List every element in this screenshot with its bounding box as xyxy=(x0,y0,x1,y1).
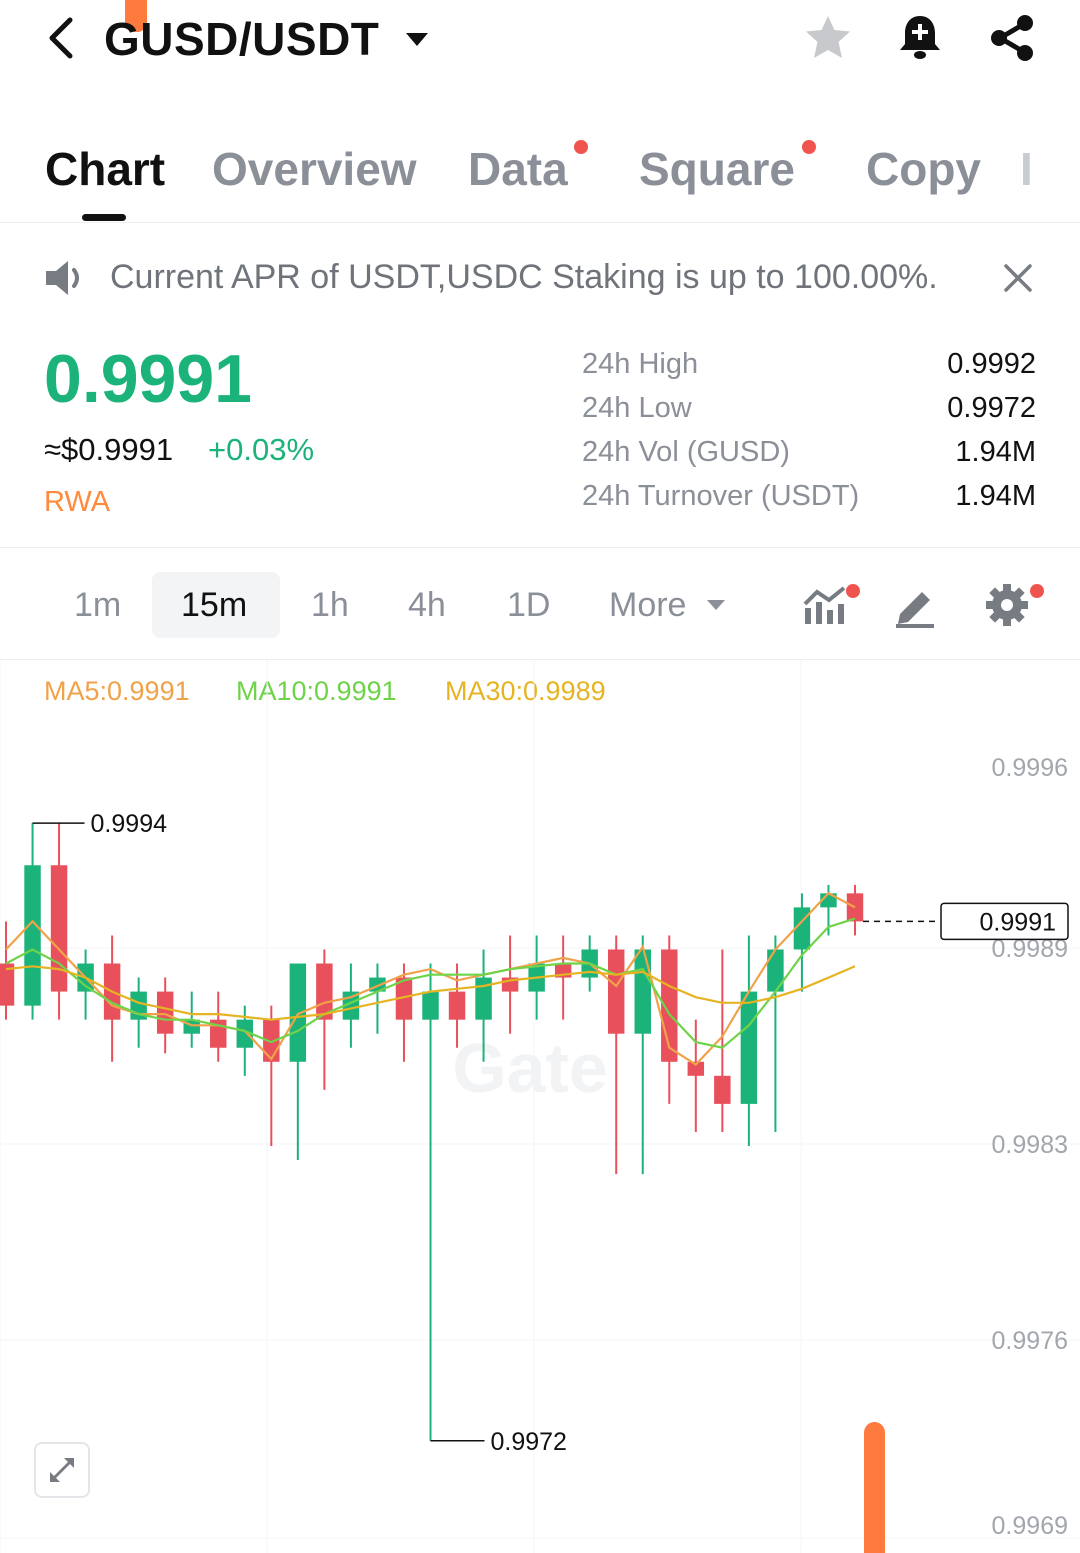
star-icon[interactable] xyxy=(802,12,854,64)
current-price-label: 0.9991 xyxy=(980,908,1056,936)
close-icon[interactable] xyxy=(1000,260,1036,296)
share-icon[interactable] xyxy=(986,12,1038,64)
candle-body xyxy=(740,991,758,1104)
settings-gear-icon[interactable] xyxy=(984,582,1030,628)
stat-label-low: 24h Low xyxy=(582,392,692,424)
tab-square[interactable]: Square xyxy=(639,142,795,196)
stat-value-turnover: 1.94M xyxy=(955,480,1036,512)
stat-label-volume: 24h Vol (GUSD) xyxy=(582,436,790,468)
candle-body xyxy=(607,949,625,1034)
candle-body xyxy=(50,865,68,992)
y-axis: 0.99960.99890.99830.99760.9969 xyxy=(992,754,1068,1540)
stat-value-volume: 1.94M xyxy=(955,436,1036,468)
tab-overview[interactable]: Overview xyxy=(212,142,417,196)
last-price: 0.9991 xyxy=(44,341,252,417)
candle-body xyxy=(422,991,439,1020)
interval-15m[interactable]: 15m xyxy=(181,586,247,625)
tab-data[interactable]: Data xyxy=(468,142,568,196)
fullscreen-button[interactable] xyxy=(34,1442,90,1498)
candle-body xyxy=(634,949,651,1034)
category-tag[interactable]: RWA xyxy=(44,486,110,519)
tab-copy[interactable]: Copy xyxy=(866,142,981,196)
high-marker-label: 0.9994 xyxy=(91,810,168,838)
notification-dot xyxy=(802,140,816,154)
candle-body xyxy=(714,1075,731,1104)
price-change: +0.03% xyxy=(208,432,315,467)
y-axis-tick-label: 0.9976 xyxy=(992,1327,1068,1355)
tab-chart[interactable]: Chart xyxy=(45,142,165,196)
interval-1h[interactable]: 1h xyxy=(311,586,349,625)
watermark-logo: Gate xyxy=(452,1029,608,1107)
interval-more[interactable]: More xyxy=(609,586,686,625)
candles-group xyxy=(0,823,864,1441)
stat-value-high: 0.9992 xyxy=(947,348,1036,380)
candle-body xyxy=(24,865,41,1006)
expand-icon xyxy=(50,1458,74,1482)
speaker-icon xyxy=(46,261,79,295)
bell-add-icon[interactable] xyxy=(894,12,946,64)
draw-pencil-icon[interactable] xyxy=(892,582,938,628)
chevron-down-icon[interactable] xyxy=(706,598,726,612)
scroll-handle[interactable] xyxy=(864,1422,885,1553)
y-axis-tick-label: 0.9996 xyxy=(992,754,1068,782)
divider xyxy=(0,547,1080,548)
interval-1m[interactable]: 1m xyxy=(74,586,121,625)
interval-1d[interactable]: 1D xyxy=(507,586,550,625)
y-axis-tick-label: 0.9983 xyxy=(992,1131,1068,1159)
announcement-text[interactable]: Current APR of USDT,USDC Staking is up t… xyxy=(110,258,938,297)
tab-bar: Chart Overview Data Square Copy I xyxy=(0,130,1080,223)
active-tab-indicator xyxy=(82,214,126,221)
stat-value-low: 0.9972 xyxy=(947,392,1036,424)
candle-body xyxy=(156,991,174,1034)
interval-4h[interactable]: 4h xyxy=(408,586,446,625)
indicator-icon[interactable] xyxy=(802,582,848,628)
chevron-down-icon[interactable] xyxy=(404,30,430,48)
tab-more-cutoff[interactable]: I xyxy=(1020,142,1033,196)
pair-title[interactable]: GUSD/USDT xyxy=(104,12,379,66)
stat-label-high: 24h High xyxy=(582,348,699,380)
usd-equivalent: ≈$0.9991 xyxy=(44,432,174,467)
low-marker-label: 0.9972 xyxy=(491,1428,567,1456)
candlestick-chart[interactable]: Gate 0.99960.99890.99830.99760.9969 0.99… xyxy=(0,660,1080,1553)
y-axis-tick-label: 0.9969 xyxy=(992,1512,1068,1540)
notification-dot xyxy=(574,140,588,154)
back-arrow-icon[interactable] xyxy=(40,14,84,62)
stat-label-turnover: 24h Turnover (USDT) xyxy=(582,480,860,512)
notification-dot xyxy=(846,584,860,598)
candle-body xyxy=(448,991,466,1020)
price-markers: 0.9994 0.9972 0.9991 xyxy=(32,810,1069,1456)
notification-dot xyxy=(1030,584,1044,598)
